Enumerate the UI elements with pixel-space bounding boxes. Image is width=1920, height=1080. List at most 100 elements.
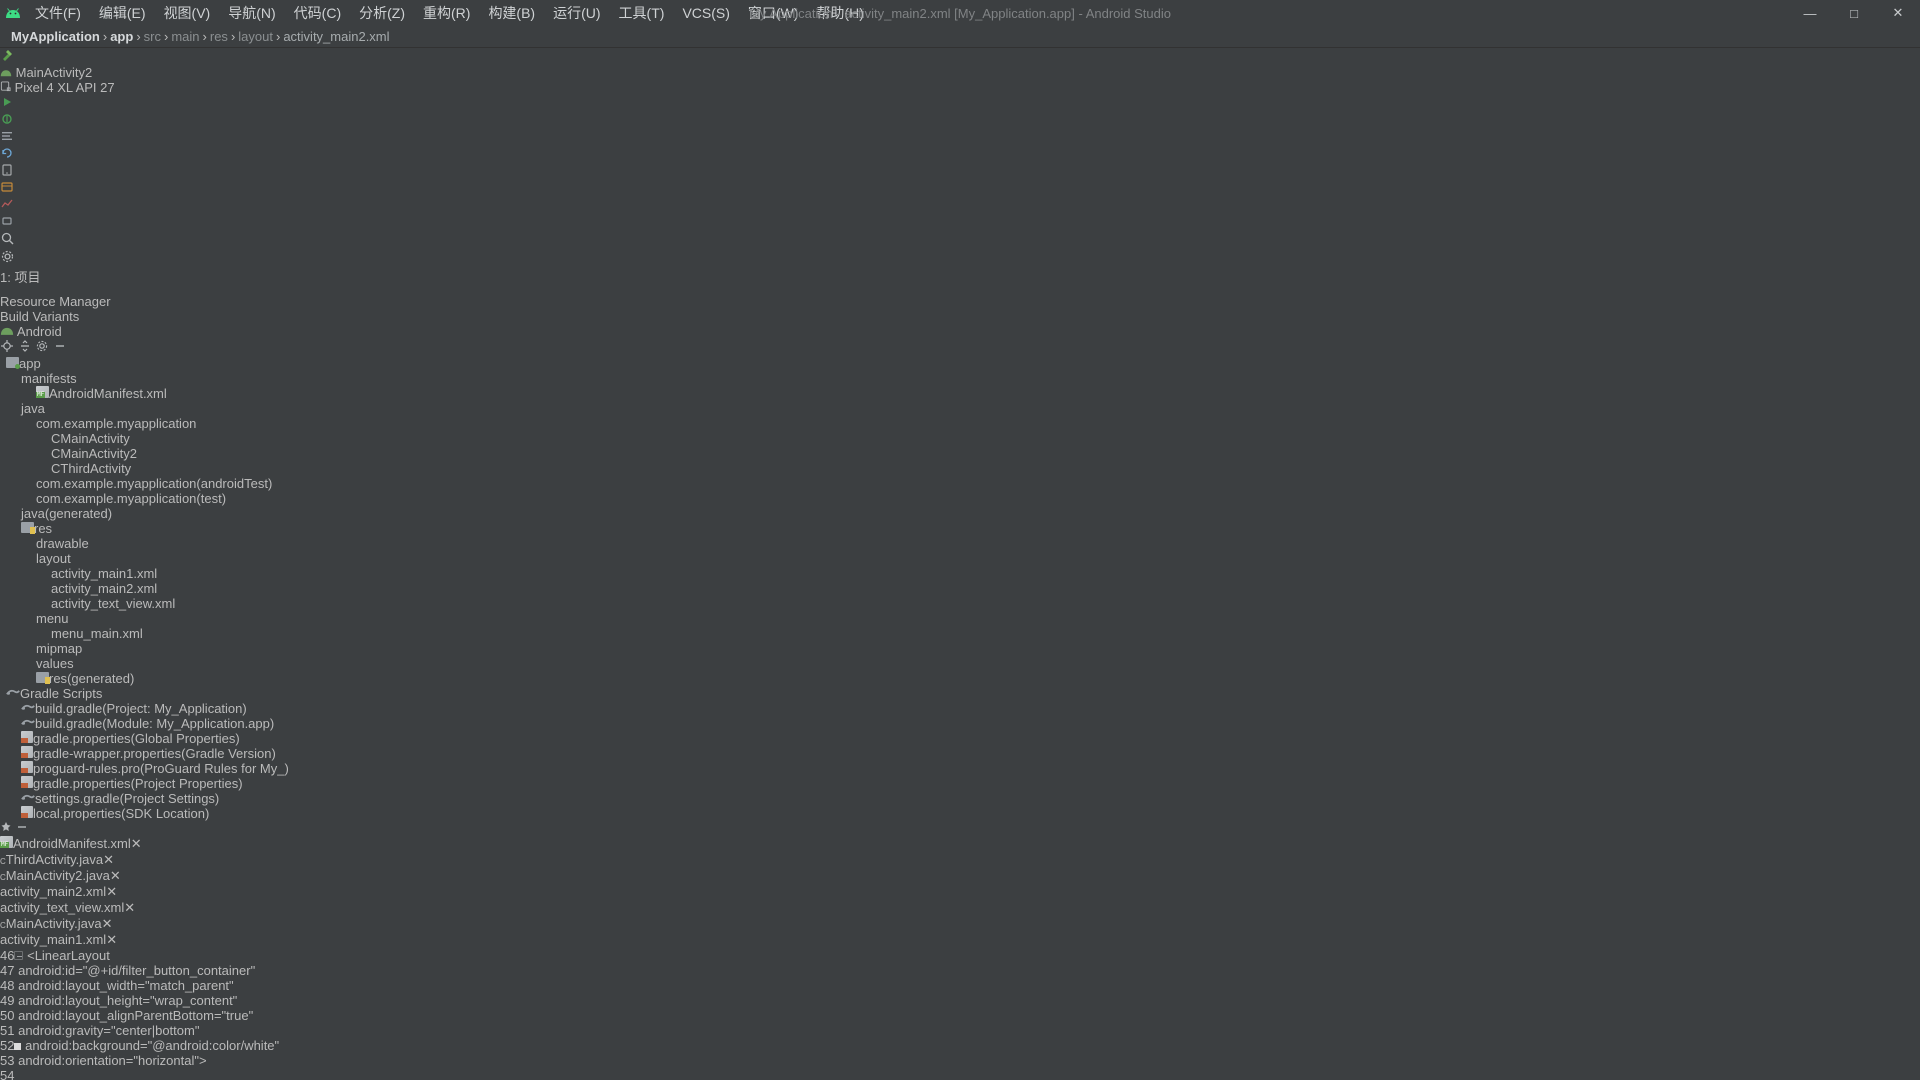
menu-item-refactor[interactable]: 重构(R) xyxy=(414,0,479,26)
tree-node[interactable]: build.gradle(Project: My_Application) xyxy=(0,701,1920,716)
tree-node[interactable]: menu xyxy=(0,611,1920,626)
menu-item-code[interactable]: 代码(C) xyxy=(285,0,350,26)
editor-tab[interactable]: activity_main2.xml✕ xyxy=(0,884,1920,900)
hide-panel-icon[interactable] xyxy=(53,341,67,356)
attach-debugger-icon[interactable] xyxy=(0,214,1920,231)
code-line[interactable]: 52 android:background="@android:color/wh… xyxy=(0,1038,1920,1053)
minimize-button[interactable]: — xyxy=(1788,0,1832,26)
project-view-selector[interactable]: Android xyxy=(17,324,62,339)
editor-tab[interactable]: MF AndroidManifest.xml✕ xyxy=(0,836,1920,852)
tree-node[interactable]: gradle-wrapper.properties(Gradle Version… xyxy=(0,746,1920,761)
menu-item-run[interactable]: 运行(U) xyxy=(544,0,609,26)
run-configuration-selector[interactable]: MainActivity2 xyxy=(0,65,1920,80)
code-line[interactable]: 47 android:id="@+id/filter_button_contai… xyxy=(0,963,1920,978)
code-line[interactable]: 49 android:layout_height="wrap_content" xyxy=(0,993,1920,1008)
tree-node[interactable]: CMainActivity xyxy=(0,431,1920,446)
tree-node[interactable]: local.properties(SDK Location) xyxy=(0,806,1920,821)
breadcrumb-project[interactable]: MyApplication xyxy=(8,29,103,44)
close-icon[interactable]: ✕ xyxy=(106,884,117,899)
menu-item-window[interactable]: 窗口(W) xyxy=(739,0,808,26)
tree-node[interactable]: com.example.myapplication xyxy=(0,416,1920,431)
tree-node[interactable]: build.gradle(Module: My_Application.app) xyxy=(0,716,1920,731)
close-icon[interactable]: ✕ xyxy=(106,932,117,947)
code-line[interactable]: 46 <LinearLayout xyxy=(0,948,1920,963)
project-tree[interactable]: app manifests MF AndroidManifest.xml java com… xyxy=(0,356,1920,821)
rail-item-resource-manager[interactable]: Resource Manager xyxy=(0,294,1920,309)
maximize-button[interactable]: □ xyxy=(1832,0,1876,26)
tree-node[interactable]: app xyxy=(0,356,1920,371)
tree-node[interactable]: Gradle Scripts xyxy=(0,686,1920,701)
editor-tab[interactable]: CThirdActivity.java✕ xyxy=(0,852,1920,868)
code-line[interactable]: 50 android:layout_alignParentBottom="tru… xyxy=(0,1008,1920,1023)
tree-node[interactable]: res(generated) xyxy=(0,671,1920,686)
profiler-icon[interactable] xyxy=(0,197,1920,214)
editor-tab[interactable]: activity_text_view.xml✕ xyxy=(0,900,1920,916)
breadcrumb-src[interactable]: src xyxy=(141,29,164,44)
collapse-all-icon[interactable] xyxy=(18,340,36,356)
close-icon[interactable]: ✕ xyxy=(124,900,135,915)
menu-item-tools[interactable]: 工具(T) xyxy=(610,0,674,26)
close-icon[interactable]: ✕ xyxy=(131,836,142,851)
device-selector[interactable]: Pixel 4 XL API 27 xyxy=(0,80,1920,95)
rail-item-build-variants[interactable]: Build Variants xyxy=(0,309,1920,324)
tree-node[interactable]: drawable xyxy=(0,536,1920,551)
editor-tab[interactable]: activity_main1.xml✕ xyxy=(0,932,1920,948)
editor-tab[interactable]: CMainActivity.java✕ xyxy=(0,916,1920,932)
tree-node[interactable]: activity_main2.xml xyxy=(0,581,1920,596)
menu-item-edit[interactable]: 编辑(E) xyxy=(90,0,155,26)
code-line[interactable]: 53 android:orientation="horizontal"> xyxy=(0,1053,1920,1068)
tree-node[interactable]: java xyxy=(0,401,1920,416)
menu-item-analyze[interactable]: 分析(Z) xyxy=(350,0,414,26)
tree-node[interactable]: com.example.myapplication(androidTest) xyxy=(0,476,1920,491)
tree-node[interactable]: values xyxy=(0,656,1920,671)
tree-node[interactable]: manifests xyxy=(0,371,1920,386)
tree-node[interactable]: MF AndroidManifest.xml xyxy=(0,386,1920,401)
menu-item-vcs[interactable]: VCS(S) xyxy=(673,0,738,26)
tree-node[interactable]: mipmap xyxy=(0,641,1920,656)
sdk-manager-icon[interactable] xyxy=(0,180,1920,197)
close-icon[interactable]: ✕ xyxy=(103,852,114,867)
rail-item-project[interactable]: 1: 项目 xyxy=(0,267,1920,286)
close-icon[interactable]: ✕ xyxy=(110,868,121,883)
breadcrumb-module[interactable]: app xyxy=(107,29,136,44)
panel-settings-icon[interactable] xyxy=(35,340,53,356)
tree-node[interactable]: gradle.properties(Global Properties) xyxy=(0,731,1920,746)
breadcrumb-layout[interactable]: layout xyxy=(235,29,276,44)
breadcrumb-file[interactable]: activity_main2.xml xyxy=(280,29,392,44)
tree-node[interactable]: settings.gradle(Project Settings) xyxy=(0,791,1920,806)
tree-node[interactable]: layout xyxy=(0,551,1920,566)
app-inspection-icon[interactable] xyxy=(0,129,1920,146)
menu-item-build[interactable]: 构建(B) xyxy=(479,0,544,26)
hide-tabs-icon[interactable] xyxy=(16,821,28,836)
avd-manager-icon[interactable] xyxy=(0,163,1920,180)
code-line[interactable]: 51 android:gravity="center|bottom" xyxy=(0,1023,1920,1038)
code-line[interactable]: 54 xyxy=(0,1068,1920,1080)
tree-node[interactable]: activity_text_view.xml xyxy=(0,596,1920,611)
close-button[interactable]: ✕ xyxy=(1876,0,1920,26)
breadcrumb-main[interactable]: main xyxy=(168,29,202,44)
code-editor[interactable]: 46 <LinearLayout 47 android:id="@+id/filt… xyxy=(0,948,1920,1080)
locate-icon[interactable] xyxy=(0,340,18,356)
run-button[interactable] xyxy=(0,95,1920,112)
editor-tab[interactable]: CMainActivity2.java✕ xyxy=(0,868,1920,884)
menu-item-help[interactable]: 帮助(H) xyxy=(807,0,872,26)
sync-gradle-icon[interactable] xyxy=(0,146,1920,163)
tree-node[interactable]: res xyxy=(0,521,1920,536)
gear-icon[interactable] xyxy=(0,249,1920,267)
tree-node[interactable]: java(generated) xyxy=(0,506,1920,521)
pin-icon[interactable] xyxy=(0,821,16,836)
build-hammer-icon[interactable] xyxy=(0,48,1920,65)
tree-node[interactable]: activity_main1.xml xyxy=(0,566,1920,581)
menu-item-file[interactable]: 文件(F) xyxy=(26,0,90,26)
tree-node[interactable]: proguard-rules.pro(ProGuard Rules for My… xyxy=(0,761,1920,776)
menu-item-navigate[interactable]: 导航(N) xyxy=(219,0,284,26)
tree-node[interactable]: gradle.properties(Project Properties) xyxy=(0,776,1920,791)
tree-node[interactable]: CThirdActivity xyxy=(0,461,1920,476)
debug-button[interactable] xyxy=(0,112,1920,129)
close-icon[interactable]: ✕ xyxy=(102,916,113,931)
tree-node[interactable]: com.example.myapplication(test) xyxy=(0,491,1920,506)
breadcrumb-res[interactable]: res xyxy=(207,29,231,44)
tree-node[interactable]: menu_main.xml xyxy=(0,626,1920,641)
tree-node[interactable]: CMainActivity2 xyxy=(0,446,1920,461)
menu-item-view[interactable]: 视图(V) xyxy=(155,0,220,26)
